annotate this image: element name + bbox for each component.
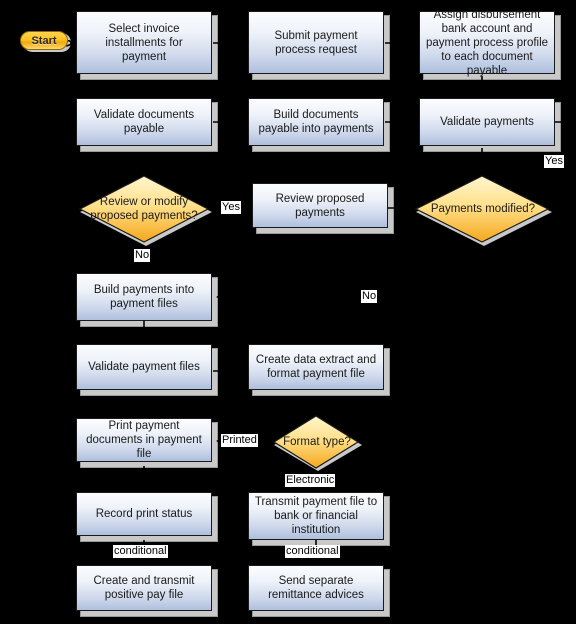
node-send-separate-remittance-advices[interactable]: Send separate remittance advices — [248, 565, 384, 611]
node-build-documents-payable-into-payments[interactable]: Build documents payable into payments — [248, 98, 384, 146]
node-label: Assign disbursement bank account and pay… — [425, 8, 549, 77]
node-label: Transmit payment file to bank or financi… — [254, 496, 378, 536]
node-label: Review proposed payments — [275, 192, 365, 219]
flowchart-canvas: Start Select invoice installments for pa… — [0, 0, 576, 624]
node-validate-payment-files[interactable]: Validate payment files — [76, 344, 212, 390]
node-validate-payments[interactable]: Validate payments — [419, 98, 555, 146]
node-print-payment-documents[interactable]: Print payment documents in payment file — [76, 418, 212, 462]
edge-label-review-no: No — [134, 249, 151, 262]
edge-label-modified-no: No — [361, 290, 378, 303]
start-label: Start — [31, 34, 57, 47]
node-label: Validate payments — [440, 116, 534, 128]
node-label: Select invoice installments for payment — [105, 22, 183, 63]
node-submit-payment-process-request[interactable]: Submit payment process request — [248, 11, 384, 74]
node-label: Build payments into payment files — [93, 284, 195, 310]
node-label: Record print status — [95, 508, 193, 520]
edge-label-format-printed: Printed — [221, 434, 258, 447]
node-build-payments-into-payment-files[interactable]: Build payments into payment files — [76, 273, 212, 321]
node-create-data-extract-and-format-payment-file[interactable]: Create data extract and format payment f… — [248, 344, 384, 390]
node-review-proposed-payments[interactable]: Review proposed payments — [252, 183, 388, 228]
node-record-print-status[interactable]: Record print status — [76, 492, 212, 536]
node-label: Submit payment process request — [274, 29, 358, 56]
decision-payments-modified[interactable]: Payments modified? — [414, 174, 552, 246]
node-label: Create data extract and format payment f… — [255, 354, 377, 380]
node-transmit-payment-file-to-bank[interactable]: Transmit payment file to bank or financi… — [248, 492, 384, 540]
node-create-and-transmit-positive-pay-file[interactable]: Create and transmit positive pay file — [76, 565, 212, 611]
node-validate-documents-payable[interactable]: Validate documents payable — [76, 98, 212, 146]
decision-format-type[interactable]: Format type? — [272, 415, 362, 471]
node-label: Send separate remittance advices — [268, 575, 364, 601]
node-label: Print payment documents in payment file — [86, 420, 202, 460]
edge-label-print-conditional: conditional — [113, 545, 168, 558]
node-select-invoice-installments[interactable]: Select invoice installments for payment — [76, 11, 212, 74]
node-label: Create and transmit positive pay file — [93, 575, 195, 601]
start-terminator[interactable]: Start — [20, 31, 68, 50]
edge-label-format-electronic: Electronic — [285, 474, 336, 487]
edge-label-modified-yes: Yes — [544, 155, 564, 168]
edge-label-review-yes: Yes — [221, 201, 241, 214]
node-label: Validate payment files — [88, 361, 200, 373]
decision-review-or-modify-proposed-payments[interactable]: Review or modify proposed payments? — [78, 174, 212, 246]
node-assign-disbursement-bank-account[interactable]: Assign disbursement bank account and pay… — [419, 9, 555, 77]
edge-label-transmit-conditional: conditional — [285, 545, 340, 558]
node-label: Validate documents payable — [93, 109, 195, 135]
node-label: Build documents payable into payments — [258, 109, 374, 135]
